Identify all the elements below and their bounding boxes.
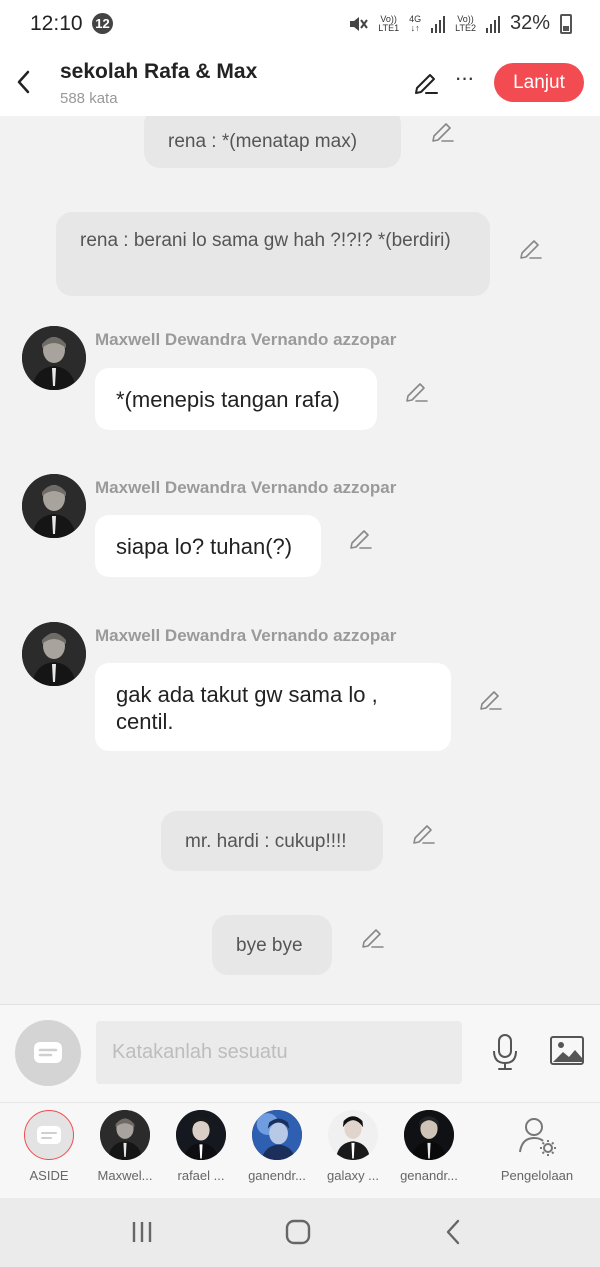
- character-label: ganendr...: [248, 1168, 306, 1183]
- recent-apps-icon: [132, 1222, 152, 1242]
- character-avatar: [328, 1110, 378, 1160]
- character-bubble[interactable]: *(menepis tangan rafa): [95, 368, 377, 430]
- message-text: mr. hardi : cukup!!!!: [185, 831, 347, 852]
- network-4g-indicator: 4G ↓↑: [409, 13, 422, 33]
- character-label: Maxwel...: [97, 1168, 153, 1183]
- edit-message-button[interactable]: [411, 820, 437, 846]
- chat-bubble-icon: [34, 1042, 62, 1063]
- character-avatar[interactable]: [22, 622, 86, 686]
- narration-bubble[interactable]: mr. hardi : cukup!!!!: [161, 811, 383, 871]
- character-avatar: [100, 1110, 150, 1160]
- character-avatar[interactable]: [22, 474, 86, 538]
- mute-icon: [350, 16, 369, 31]
- pencil-icon: [415, 74, 438, 94]
- pencil-icon: [362, 929, 384, 948]
- narration-bubble[interactable]: rena : *(menatap max): [144, 116, 401, 168]
- pencil-icon: [432, 123, 454, 142]
- aside-avatar: [24, 1110, 74, 1160]
- character-label: rafael ...: [177, 1168, 225, 1183]
- character-avatar: [404, 1110, 454, 1160]
- character-portrait-image: [328, 1110, 378, 1160]
- microphone-icon: [493, 1034, 517, 1070]
- character-ganendra[interactable]: ganendr...: [241, 1110, 313, 1183]
- character-avatar: [176, 1110, 226, 1160]
- message-text: siapa lo? tuhan(?): [116, 534, 293, 559]
- message-input[interactable]: [96, 1021, 462, 1084]
- narration-bubble[interactable]: bye bye: [212, 915, 332, 975]
- pencil-icon: [406, 383, 428, 402]
- sender-name: Maxwell Dewandra Vernando azzopar: [95, 330, 397, 349]
- battery-icon: [560, 13, 572, 34]
- status-indicators: Vo)) LTE1 4G ↓↑ Vo)) LTE2 32%: [348, 12, 572, 35]
- more-options-button[interactable]: ···: [452, 66, 476, 94]
- character-bubble[interactable]: gak ada takut gw sama lo , centil.: [95, 663, 451, 751]
- message-text: rena : *(menatap max): [168, 131, 358, 152]
- character-label: genandr...: [400, 1168, 458, 1183]
- chevron-left-icon: [17, 70, 30, 94]
- signal-1-icon: [431, 15, 446, 33]
- edit-message-button[interactable]: [360, 924, 386, 950]
- character-rafael[interactable]: rafael ...: [165, 1110, 237, 1183]
- image-upload-button[interactable]: [549, 1034, 585, 1068]
- character-portrait-image: [176, 1110, 226, 1160]
- character-aside[interactable]: ASIDE: [13, 1110, 85, 1183]
- message-text: *(menepis tangan rafa): [116, 387, 340, 412]
- sender-name: Maxwell Dewandra Vernando azzopar: [95, 626, 397, 645]
- aside-toggle-button[interactable]: [15, 1020, 81, 1086]
- home-button[interactable]: [284, 1218, 312, 1246]
- manage-avatar: [512, 1110, 562, 1160]
- character-label: galaxy ...: [326, 1168, 380, 1183]
- sender-name: Maxwell Dewandra Vernando azzopar: [95, 478, 397, 497]
- character-portrait-image: [22, 326, 86, 390]
- edit-message-button[interactable]: [348, 525, 374, 551]
- character-label: Pengelolaan: [500, 1168, 574, 1183]
- edit-message-button[interactable]: [518, 235, 544, 261]
- word-count: 588 kata: [60, 90, 118, 107]
- character-portrait-image: [252, 1110, 302, 1160]
- voice-input-button[interactable]: [489, 1032, 521, 1072]
- status-time: 12:10: [30, 12, 83, 35]
- narration-bubble[interactable]: rena : berani lo sama gw hah ?!?!? *(ber…: [56, 212, 490, 296]
- lte2-indicator: Vo)) LTE2: [455, 13, 476, 33]
- edit-title-button[interactable]: [412, 68, 440, 96]
- pencil-icon: [520, 240, 542, 259]
- character-label: ASIDE: [29, 1168, 69, 1183]
- message-text: gak ada takut gw sama lo , centil.: [116, 682, 378, 734]
- character-portrait-image: [22, 474, 86, 538]
- next-button[interactable]: Lanjut: [494, 63, 584, 102]
- chat-area[interactable]: rena : *(menatap max) rena : berani lo s…: [0, 116, 600, 1004]
- character-bubble[interactable]: siapa lo? tuhan(?): [95, 515, 321, 577]
- message-input-box[interactable]: [96, 1021, 462, 1084]
- signal-2-icon: [485, 15, 500, 33]
- character-genandra[interactable]: genandr...: [393, 1110, 465, 1183]
- character-maxwell[interactable]: Maxwel...: [89, 1110, 161, 1183]
- lte1-indicator: Vo)) LTE1: [378, 13, 400, 33]
- pencil-icon: [480, 691, 502, 710]
- edit-message-button[interactable]: [478, 686, 504, 712]
- chevron-left-icon: [446, 1219, 460, 1245]
- back-button[interactable]: [10, 62, 38, 102]
- pencil-icon: [350, 530, 372, 549]
- story-title: sekolah Rafa & Max: [60, 60, 258, 83]
- image-icon: [550, 1036, 584, 1065]
- manage-characters-button[interactable]: Pengelolaan: [494, 1110, 580, 1183]
- pencil-icon: [413, 825, 435, 844]
- character-portrait-image: [404, 1110, 454, 1160]
- battery-percent: 32%: [509, 12, 550, 34]
- edit-message-button[interactable]: [404, 378, 430, 404]
- character-portrait-image: [22, 622, 86, 686]
- character-portrait-image: [100, 1110, 150, 1160]
- chat-bubble-icon: [37, 1126, 61, 1144]
- system-back-button[interactable]: [440, 1218, 468, 1246]
- notification-count-badge: 12: [92, 13, 113, 34]
- character-avatar[interactable]: [22, 326, 86, 390]
- home-icon: [285, 1219, 311, 1245]
- user-settings-icon: [519, 1118, 556, 1156]
- character-galaxy[interactable]: galaxy ...: [317, 1110, 389, 1183]
- recent-apps-button[interactable]: [128, 1218, 156, 1246]
- character-avatar: [252, 1110, 302, 1160]
- message-text: bye bye: [236, 935, 303, 956]
- message-text: rena : berani lo sama gw hah ?!?!? *(ber…: [80, 230, 451, 251]
- edit-message-button[interactable]: [430, 118, 456, 144]
